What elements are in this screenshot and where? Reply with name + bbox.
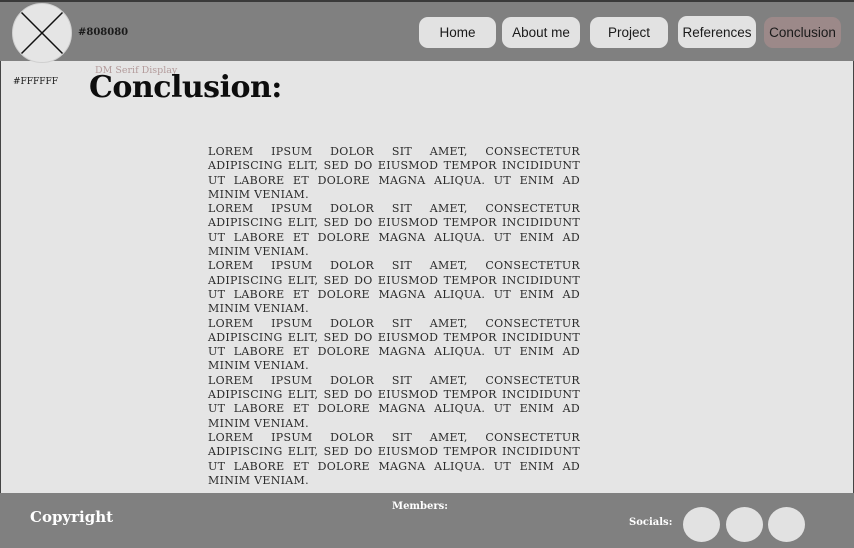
nav-conclusion-button[interactable]: Conclusion	[764, 17, 841, 48]
paragraph: Lorem ipsum dolor sit amet, consectetur …	[208, 373, 580, 430]
members-label: Members:	[392, 501, 448, 512]
page-title: Conclusion:	[89, 70, 282, 105]
copyright-text: Copyright	[30, 508, 114, 526]
background-color-note: #FFFFFF	[13, 77, 59, 87]
header-color-note: #808080	[78, 27, 129, 38]
body-text: Lorem ipsum dolor sit amet, consectetur …	[208, 145, 580, 488]
social-icon[interactable]	[768, 507, 805, 542]
social-icon[interactable]	[726, 507, 763, 542]
footer: Copyright Members: Socials:	[0, 493, 854, 548]
nav-home-button[interactable]: Home	[419, 17, 496, 48]
paragraph: Lorem ipsum dolor sit amet, consectetur …	[208, 145, 580, 201]
nav-about-button[interactable]: About me	[502, 17, 580, 48]
socials-label: Socials:	[629, 517, 673, 528]
nav-project-button[interactable]: Project	[590, 17, 668, 48]
logo-placeholder-icon[interactable]	[12, 3, 72, 63]
paragraph: Lorem ipsum dolor sit amet, consectetur …	[208, 259, 580, 316]
paragraph: Lorem ipsum dolor sit amet, consectetur …	[208, 316, 580, 373]
nav-references-button[interactable]: References	[678, 16, 756, 48]
social-icon[interactable]	[683, 507, 720, 542]
header: #808080 Home About me Project References…	[0, 0, 854, 63]
paragraph: Lorem ipsum dolor sit amet, consectetur …	[208, 430, 580, 487]
paragraph: Lorem ipsum dolor sit amet, consectetur …	[208, 202, 580, 259]
